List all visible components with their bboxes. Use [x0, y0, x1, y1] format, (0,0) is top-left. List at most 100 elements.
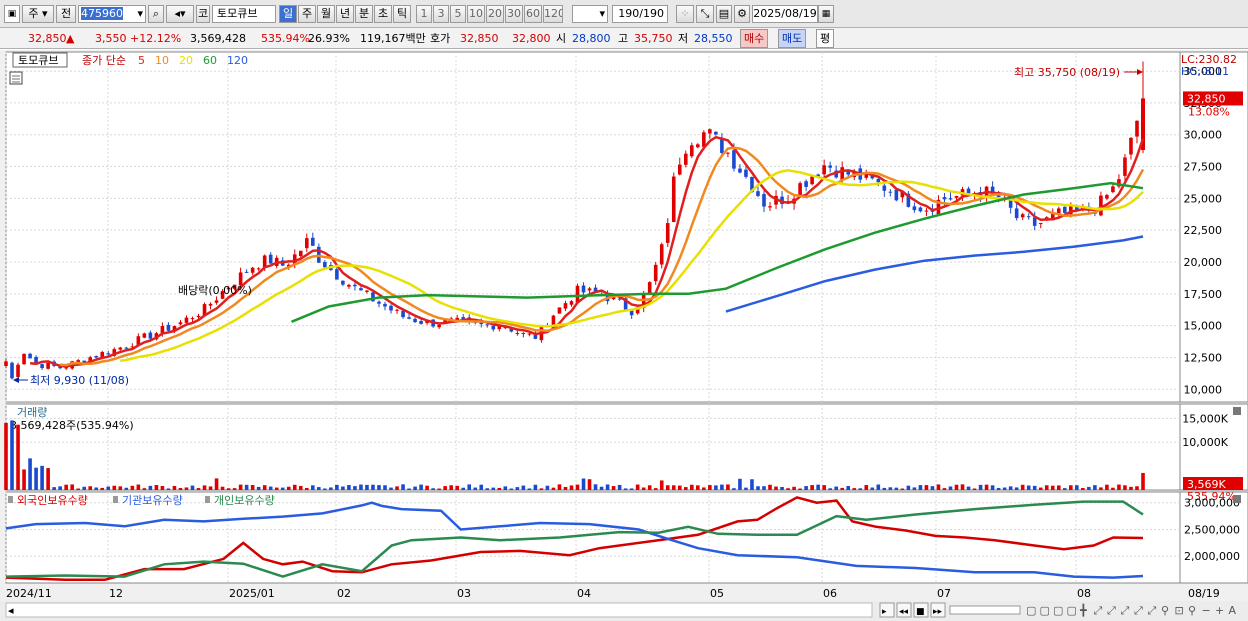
- candle-body: [804, 181, 808, 187]
- tool-icon-8: ⤢: [1134, 604, 1143, 617]
- toolbar-top: ▣ 주 ▾ 전 475960 ▾ ⌕ ◂▾ 코 토모큐브 일주월년분초틱 1351…: [0, 0, 1248, 28]
- candle-body: [882, 185, 887, 191]
- candle-body: [924, 210, 929, 212]
- gear-icon[interactable]: ⚙: [734, 5, 750, 23]
- count-field[interactable]: 190/190: [612, 5, 668, 23]
- candle-body: [1026, 216, 1031, 218]
- zoom-slider[interactable]: [949, 605, 1021, 615]
- tool-icon-3: ▢: [1067, 604, 1077, 617]
- candle-body: [106, 353, 111, 355]
- legend-ma-20: 20: [179, 54, 193, 67]
- volume-bar: [76, 488, 80, 490]
- volume-bar: [485, 488, 490, 490]
- stock-name-field[interactable]: 토모큐브: [212, 5, 276, 23]
- volume-bar: [118, 486, 123, 490]
- legend-ma-5: 5: [138, 54, 145, 67]
- scroll-track[interactable]: [5, 602, 873, 618]
- interval-5-button[interactable]: 5: [450, 5, 466, 23]
- interval-3-button[interactable]: 3: [433, 5, 449, 23]
- volume-bar: [142, 488, 147, 490]
- volume-bar: [491, 487, 496, 490]
- market-select[interactable]: 주 ▾: [22, 5, 54, 23]
- volume-bar: [774, 486, 778, 490]
- current-price: 32,850: [28, 32, 67, 45]
- period-3-button[interactable]: 년: [336, 5, 354, 23]
- layout-icon[interactable]: ▣: [4, 5, 20, 23]
- holdings-legend-2: 개인보유수량: [214, 494, 275, 507]
- volume-bar: [581, 478, 586, 490]
- volume-bar: [677, 485, 682, 490]
- volume-panel[interactable]: [5, 403, 1181, 491]
- volume-bar: [605, 484, 610, 490]
- volume-bar: [720, 484, 724, 490]
- period-6-button[interactable]: 틱: [393, 5, 411, 23]
- volume-bar: [738, 478, 742, 490]
- sell-button[interactable]: 매도: [778, 29, 807, 48]
- nav-icon-3: ▸▸: [933, 607, 943, 617]
- candle-body: [142, 333, 147, 338]
- candle-body: [196, 315, 201, 318]
- volume-bar: [401, 484, 405, 490]
- close-icon[interactable]: [1233, 407, 1241, 415]
- search-icon[interactable]: ⌕: [148, 5, 164, 23]
- candle-body: [714, 131, 718, 135]
- low-label: 저: [678, 32, 689, 45]
- period-4-button[interactable]: 분: [355, 5, 373, 23]
- close-icon[interactable]: [1233, 495, 1241, 503]
- y-tick-label: 15,000: [1184, 320, 1223, 333]
- volume-bar: [786, 488, 790, 490]
- volume-bar: [347, 485, 351, 490]
- candle-body: [268, 254, 273, 264]
- candle-body: [798, 183, 802, 196]
- mode-button[interactable]: 전: [56, 5, 76, 23]
- interval-60-button[interactable]: 60: [524, 5, 542, 23]
- volume-bar: [467, 484, 472, 490]
- y-tick-label: 22,500: [1184, 224, 1223, 237]
- buy-button[interactable]: 매수: [740, 29, 769, 48]
- interval-20-button[interactable]: 20: [486, 5, 504, 23]
- volume-bar: [437, 488, 441, 490]
- volume-bar: [166, 488, 171, 490]
- sound-icon[interactable]: ◂▾: [166, 5, 194, 23]
- avg-button[interactable]: 평: [816, 29, 835, 48]
- tool-icon-9: ⤢: [1148, 604, 1157, 617]
- open-price: 28,800: [572, 32, 611, 45]
- interval-1-button[interactable]: 1: [416, 5, 432, 23]
- volume-bar: [280, 487, 285, 490]
- period-2-button[interactable]: 월: [317, 5, 335, 23]
- stock-code-input[interactable]: 475960 ▾: [78, 5, 146, 23]
- draw-icon[interactable]: ⤡: [696, 5, 714, 23]
- tool-icon-4: ╋: [1079, 603, 1087, 617]
- volume-bar: [1087, 486, 1091, 490]
- volume-bar: [641, 487, 646, 490]
- save-icon[interactable]: ▤: [716, 5, 732, 23]
- date-field[interactable]: 2025/08/19: [752, 5, 818, 23]
- holdings-tick-label: 3,000,000: [1184, 497, 1240, 510]
- grid-icon[interactable]: ⁘: [676, 5, 694, 23]
- volume-bar: [936, 484, 941, 490]
- interval-input[interactable]: ▾: [572, 5, 608, 23]
- volume-bar: [82, 486, 87, 490]
- volume-bar: [40, 465, 44, 490]
- candle-body: [912, 206, 917, 211]
- market-prefix: 코: [196, 5, 210, 23]
- price-panel[interactable]: [5, 51, 1181, 403]
- interval-120-button[interactable]: 120: [543, 5, 563, 23]
- tool-icon-0: ▢: [1026, 604, 1036, 617]
- period-1-button[interactable]: 주: [298, 5, 316, 23]
- volume-bar: [46, 468, 50, 490]
- price-tag-value: 32,850: [1187, 92, 1226, 105]
- candle-body: [311, 237, 315, 246]
- interval-30-button[interactable]: 30: [505, 5, 523, 23]
- volume-bar: [617, 484, 622, 490]
- hoga-label: 호가: [430, 32, 451, 45]
- volume-bar: [569, 485, 574, 490]
- calendar-icon[interactable]: ▦: [818, 5, 834, 23]
- interval-10-button[interactable]: 10: [467, 5, 485, 23]
- turnover: 26.93%: [308, 32, 350, 45]
- candle-body: [208, 303, 213, 306]
- candle-body: [298, 250, 303, 257]
- period-5-button[interactable]: 초: [374, 5, 392, 23]
- candle-body: [214, 300, 219, 303]
- period-0-button[interactable]: 일: [279, 5, 297, 23]
